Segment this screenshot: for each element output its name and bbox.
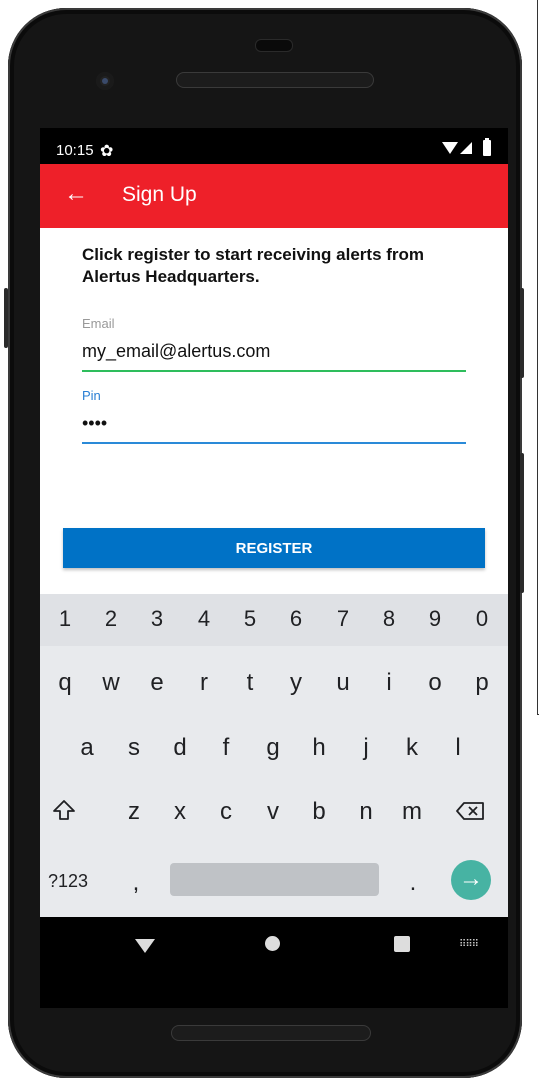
phone-frame: 10:15 ✿ ← Sign Up Click register to star…: [4, 8, 524, 1078]
key-8[interactable]: 8: [371, 604, 407, 634]
app-bar: ← Sign Up: [40, 164, 508, 228]
key-b[interactable]: b: [301, 797, 337, 827]
key-j[interactable]: j: [348, 733, 384, 763]
key-a[interactable]: a: [69, 733, 105, 763]
key-c[interactable]: c: [208, 797, 244, 827]
battery-icon: [483, 138, 491, 156]
period-key[interactable]: .: [395, 868, 431, 898]
key-i[interactable]: i: [371, 668, 407, 698]
key-m[interactable]: m: [394, 797, 430, 827]
symbols-key[interactable]: ?123: [48, 866, 92, 896]
key-3[interactable]: 3: [139, 604, 175, 634]
key-u[interactable]: u: [325, 668, 361, 698]
status-bar: 10:15 ✿: [40, 128, 508, 164]
key-k[interactable]: k: [394, 733, 430, 763]
key-t[interactable]: t: [232, 668, 268, 698]
key-v[interactable]: v: [255, 797, 291, 827]
earpiece-grill: [176, 72, 374, 88]
email-field[interactable]: Email my_email@alertus.com: [82, 316, 466, 372]
register-button[interactable]: REGISTER: [63, 528, 485, 568]
email-input[interactable]: my_email@alertus.com: [82, 341, 466, 362]
nav-home-icon[interactable]: [265, 936, 280, 951]
comma-key[interactable]: ,: [118, 868, 154, 898]
key-7[interactable]: 7: [325, 604, 361, 634]
emulator-panel-edge: [537, 0, 539, 715]
key-0[interactable]: 0: [464, 604, 500, 634]
intro-text: Click register to start receiving alerts…: [82, 245, 425, 286]
top-speaker: [255, 39, 293, 52]
backspace-icon[interactable]: [455, 801, 485, 821]
key-y[interactable]: y: [278, 668, 314, 698]
email-underline: [82, 370, 466, 372]
key-s[interactable]: s: [116, 733, 152, 763]
key-h[interactable]: h: [301, 733, 337, 763]
key-l[interactable]: l: [440, 733, 476, 763]
key-f[interactable]: f: [208, 733, 244, 763]
key-r[interactable]: r: [186, 668, 222, 698]
key-z[interactable]: z: [116, 797, 152, 827]
arrow-right-icon[interactable]: →: [451, 860, 491, 900]
pin-underline: [82, 442, 466, 444]
key-2[interactable]: 2: [93, 604, 129, 634]
key-o[interactable]: o: [417, 668, 453, 698]
pin-label: Pin: [82, 388, 101, 403]
key-6[interactable]: 6: [278, 604, 314, 634]
pin-field[interactable]: Pin ••••: [82, 388, 466, 444]
key-w[interactable]: w: [93, 668, 129, 698]
key-4[interactable]: 4: [186, 604, 222, 634]
shift-icon[interactable]: [52, 798, 76, 822]
volume-button: [520, 453, 524, 593]
side-button-left: [4, 288, 8, 348]
soft-keyboard: 1 2 3 4 5 6 7 8 9 0 q w e r t y u i o p …: [40, 594, 508, 917]
key-q[interactable]: q: [47, 668, 83, 698]
bottom-speaker-grill: [171, 1025, 371, 1041]
nav-keyboard-icon[interactable]: ⠿⠿⠿: [459, 939, 479, 950]
power-button: [520, 288, 524, 378]
key-g[interactable]: g: [255, 733, 291, 763]
key-n[interactable]: n: [348, 797, 384, 827]
key-d[interactable]: d: [162, 733, 198, 763]
key-p[interactable]: p: [464, 668, 500, 698]
pin-input[interactable]: ••••: [82, 413, 466, 434]
front-camera: [96, 72, 114, 90]
key-e[interactable]: e: [139, 668, 175, 698]
page-title: Sign Up: [122, 183, 197, 206]
space-key[interactable]: [170, 863, 379, 896]
key-x[interactable]: x: [162, 797, 198, 827]
signal-icon: [460, 142, 472, 154]
key-5[interactable]: 5: [232, 604, 268, 634]
nav-back-icon[interactable]: [135, 939, 155, 953]
email-label: Email: [82, 316, 115, 331]
nav-recents-icon[interactable]: [394, 936, 410, 952]
navigation-bar: ⠿⠿⠿: [40, 917, 508, 1008]
key-9[interactable]: 9: [417, 604, 453, 634]
number-row: 1 2 3 4 5 6 7 8 9 0: [40, 594, 508, 646]
screen: 10:15 ✿ ← Sign Up Click register to star…: [40, 128, 508, 1008]
sign-up-form: Click register to start receiving alerts…: [40, 228, 508, 594]
status-time: 10:15: [56, 142, 94, 159]
arrow-back-icon[interactable]: ←: [64, 182, 88, 206]
wifi-icon: [442, 142, 458, 154]
gear-icon: ✿: [100, 143, 114, 160]
key-1[interactable]: 1: [47, 604, 83, 634]
